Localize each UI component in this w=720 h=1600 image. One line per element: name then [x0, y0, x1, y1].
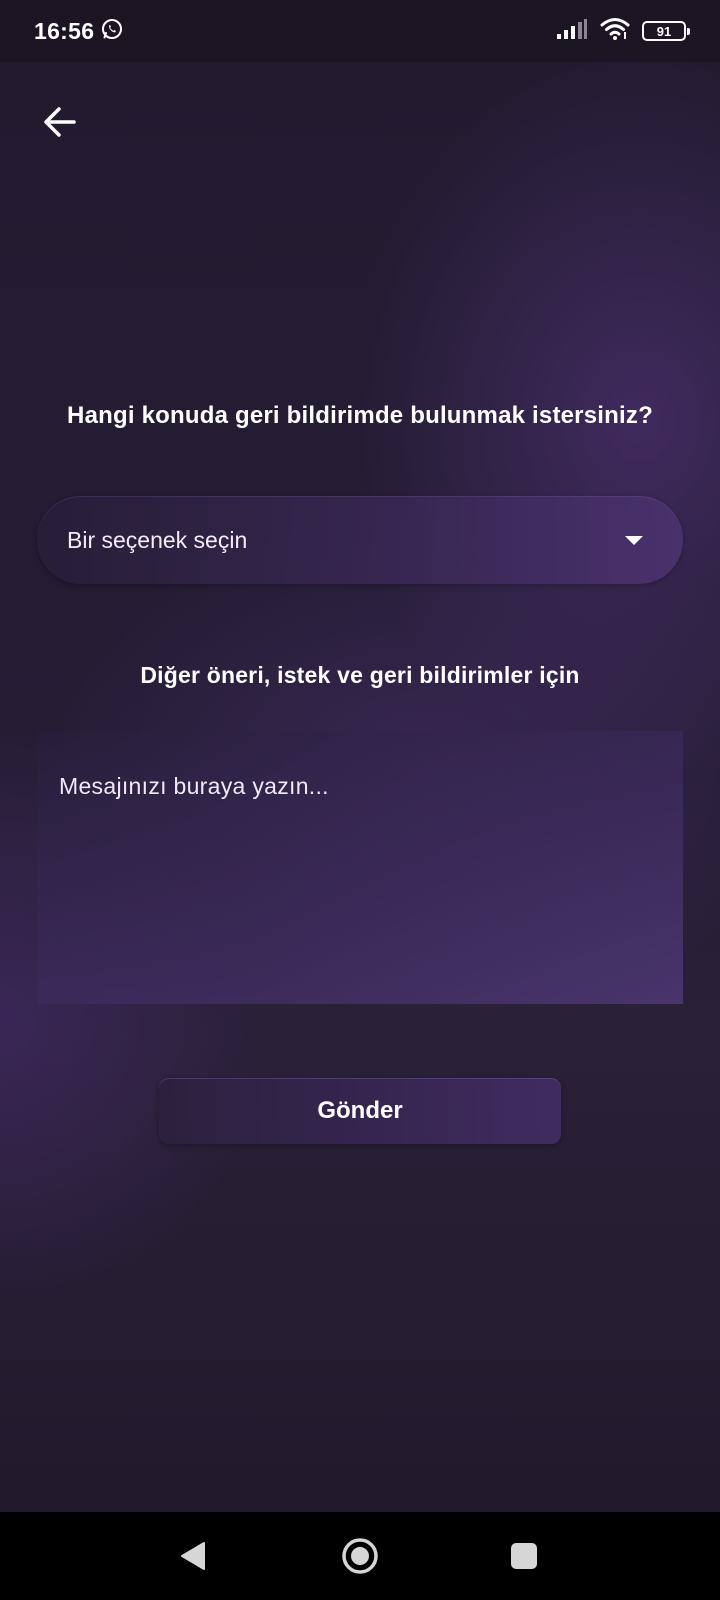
nav-recents-button[interactable]: [504, 1536, 544, 1576]
back-button[interactable]: [38, 100, 82, 144]
status-time: 16:56: [34, 17, 95, 44]
feedback-screen: 16:56 91 Hangi konuda geri bildirimde bu…: [0, 0, 720, 1600]
send-button[interactable]: Gönder: [159, 1078, 561, 1144]
wifi-icon: [600, 17, 630, 46]
caret-down-icon: [625, 535, 643, 545]
status-left: 16:56: [34, 17, 124, 46]
battery-icon: 91: [642, 21, 690, 41]
signal-icon: [556, 18, 588, 45]
battery-level: 91: [656, 23, 672, 39]
other-feedback-heading: Diğer öneri, istek ve geri bildirimler i…: [140, 662, 580, 688]
home-circle-icon: [342, 1538, 378, 1574]
feedback-question: Hangi konuda geri bildirimde bulunmak is…: [67, 402, 653, 429]
topic-dropdown[interactable]: Bir seçenek seçin: [37, 496, 683, 584]
arrow-left-icon: [44, 107, 76, 137]
message-input[interactable]: [37, 731, 683, 1004]
nav-home-button[interactable]: [340, 1536, 380, 1576]
status-right: 91: [556, 17, 690, 46]
whatsapp-icon: [100, 17, 124, 46]
back-triangle-icon: [181, 1542, 205, 1570]
recents-square-icon: [511, 1543, 537, 1569]
system-nav-bar: [0, 1512, 720, 1600]
dropdown-selected-value: Bir seçenek seçin: [67, 526, 248, 553]
status-bar: 16:56 91: [0, 0, 720, 62]
nav-back-button[interactable]: [173, 1536, 213, 1576]
